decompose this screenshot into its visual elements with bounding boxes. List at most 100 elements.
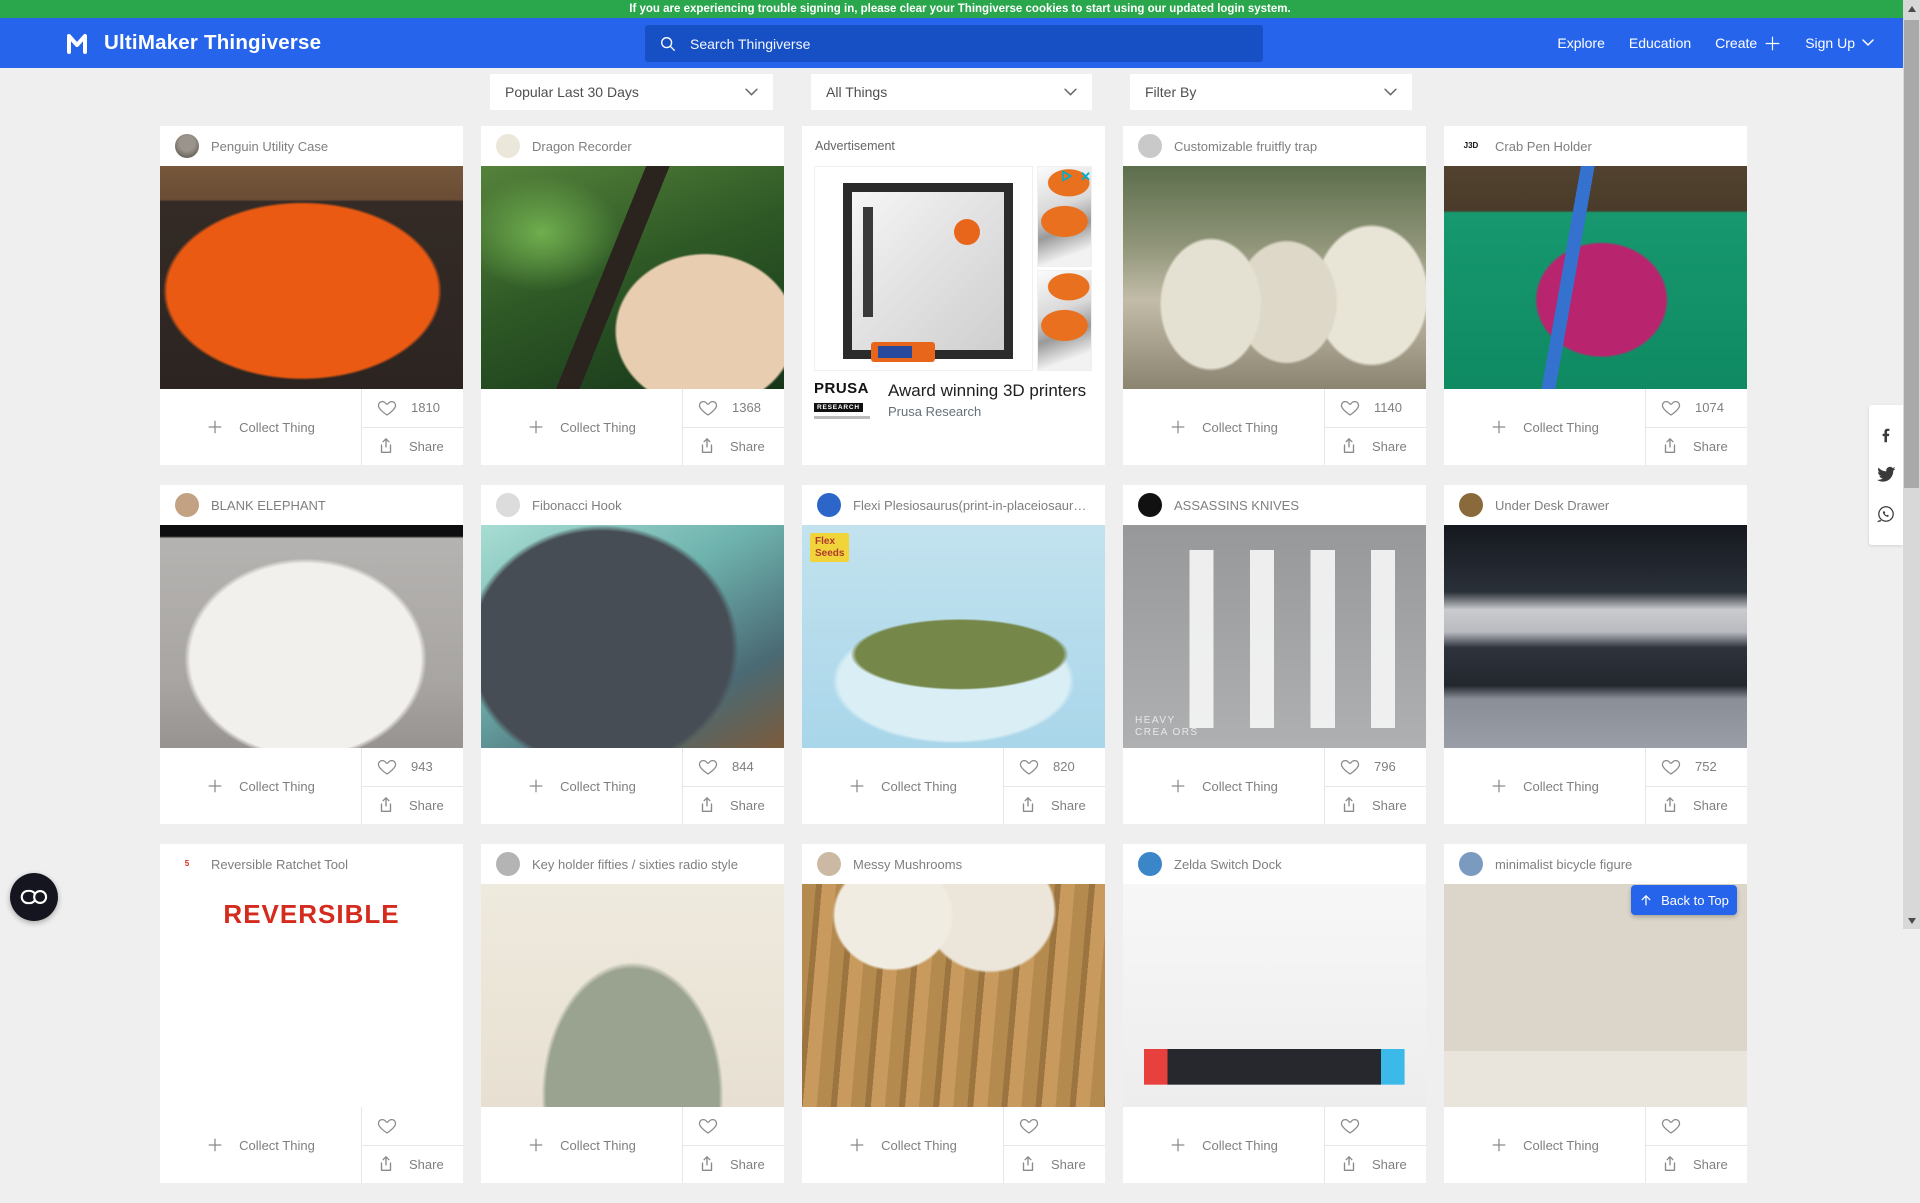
creator-avatar[interactable]: 5 — [175, 852, 199, 876]
filter-by-dropdown[interactable]: Filter By — [1130, 74, 1412, 110]
like-button[interactable] — [1646, 1107, 1747, 1146]
collect-thing-button[interactable]: Collect Thing — [481, 1107, 683, 1183]
thing-thumbnail[interactable] — [481, 166, 784, 389]
thing-thumbnail[interactable]: Flex Seeds — [802, 525, 1105, 748]
advertiser-logo[interactable]: PRUSA RESEARCH — [814, 381, 876, 419]
like-button[interactable] — [1004, 1107, 1105, 1146]
ad-close-icon[interactable]: ✕ — [1080, 170, 1091, 183]
like-button[interactable]: 820 — [1004, 748, 1105, 787]
collect-thing-button[interactable]: Collect Thing — [1444, 1107, 1646, 1183]
thing-thumbnail[interactable] — [1444, 166, 1747, 389]
like-button[interactable]: 1074 — [1646, 389, 1747, 428]
adchoices-icon[interactable] — [1060, 169, 1074, 183]
share-button[interactable]: Share — [362, 428, 463, 466]
collect-thing-button[interactable]: Collect Thing — [160, 748, 362, 824]
share-button[interactable]: Share — [1004, 787, 1105, 825]
collect-thing-button[interactable]: Collect Thing — [1123, 748, 1325, 824]
like-button[interactable]: 943 — [362, 748, 463, 787]
like-button[interactable]: 844 — [683, 748, 784, 787]
thing-title[interactable]: Zelda Switch Dock — [1174, 857, 1282, 872]
scrollbar-down-button[interactable] — [1903, 912, 1920, 929]
nav-sign-up[interactable]: Sign Up — [1805, 35, 1874, 51]
share-button[interactable]: Share — [683, 1146, 784, 1184]
thing-title[interactable]: Key holder fifties / sixties radio style — [532, 857, 738, 872]
ad-image-main[interactable] — [814, 166, 1033, 371]
like-button[interactable] — [362, 1107, 463, 1146]
creator-avatar[interactable] — [175, 493, 199, 517]
share-button[interactable]: Share — [362, 787, 463, 825]
thing-thumbnail[interactable] — [802, 884, 1105, 1107]
collect-thing-button[interactable]: Collect Thing — [160, 389, 362, 465]
like-button[interactable]: 752 — [1646, 748, 1747, 787]
share-button[interactable]: Share — [1325, 787, 1426, 825]
creator-avatar[interactable] — [1459, 493, 1483, 517]
creator-avatar[interactable]: J3D — [1459, 134, 1483, 158]
collect-thing-button[interactable]: Collect Thing — [802, 1107, 1004, 1183]
ad-headline[interactable]: Award winning 3D printers — [888, 381, 1086, 401]
collect-thing-button[interactable]: Collect Thing — [1123, 389, 1325, 465]
like-button[interactable]: 796 — [1325, 748, 1426, 787]
creator-avatar[interactable] — [496, 493, 520, 517]
ad-image-small-bottom[interactable] — [1037, 270, 1092, 371]
thing-title[interactable]: Penguin Utility Case — [211, 139, 328, 154]
search-input[interactable] — [688, 35, 1249, 53]
creator-avatar[interactable] — [496, 134, 520, 158]
thing-title[interactable]: minimalist bicycle figure — [1495, 857, 1632, 872]
creator-avatar[interactable] — [1459, 852, 1483, 876]
back-to-top-button[interactable]: Back to Top — [1631, 885, 1737, 915]
thing-thumbnail[interactable] — [481, 884, 784, 1107]
collect-thing-button[interactable]: Collect Thing — [481, 389, 683, 465]
like-button[interactable]: 1140 — [1325, 389, 1426, 428]
thing-title[interactable]: Dragon Recorder — [532, 139, 632, 154]
thing-thumbnail[interactable]: REVERSIBLE — [160, 884, 463, 1107]
like-button[interactable]: 1368 — [683, 389, 784, 428]
thing-thumbnail[interactable] — [160, 166, 463, 389]
thing-type-dropdown[interactable]: All Things — [811, 74, 1092, 110]
share-button[interactable]: Share — [1325, 428, 1426, 466]
thing-title[interactable]: Messy Mushrooms — [853, 857, 962, 872]
sort-dropdown[interactable]: Popular Last 30 Days — [490, 74, 773, 110]
collect-thing-button[interactable]: Collect Thing — [802, 748, 1004, 824]
creator-avatar[interactable] — [1138, 493, 1162, 517]
thing-title[interactable]: Crab Pen Holder — [1495, 139, 1592, 154]
thing-thumbnail[interactable] — [160, 525, 463, 748]
creator-avatar[interactable] — [817, 493, 841, 517]
scrollbar-track[interactable] — [1903, 0, 1920, 929]
thing-title[interactable]: Customizable fruitfly trap — [1174, 139, 1317, 154]
thing-thumbnail[interactable]: HEAVY CREA ORS — [1123, 525, 1426, 748]
nav-create[interactable]: Create — [1715, 35, 1781, 52]
creator-avatar[interactable] — [1138, 134, 1162, 158]
collect-thing-button[interactable]: Collect Thing — [481, 748, 683, 824]
collect-thing-button[interactable]: Collect Thing — [1444, 748, 1646, 824]
thing-thumbnail[interactable] — [1444, 525, 1747, 748]
cookie-preferences-button[interactable] — [10, 873, 58, 921]
share-button[interactable]: Share — [1646, 787, 1747, 825]
thing-thumbnail[interactable] — [1123, 884, 1426, 1107]
collect-thing-button[interactable]: Collect Thing — [1123, 1107, 1325, 1183]
thing-thumbnail[interactable] — [1444, 884, 1747, 1107]
scrollbar-thumb[interactable] — [1904, 20, 1919, 488]
like-button[interactable]: 1810 — [362, 389, 463, 428]
creator-avatar[interactable] — [496, 852, 520, 876]
thing-title[interactable]: Fibonacci Hook — [532, 498, 622, 513]
creator-avatar[interactable] — [1138, 852, 1162, 876]
whatsapp-icon[interactable] — [1877, 505, 1895, 523]
brand-home-link[interactable]: UltiMaker Thingiverse — [64, 18, 321, 68]
scrollbar-up-button[interactable] — [1903, 0, 1920, 17]
share-button[interactable]: Share — [362, 1146, 463, 1184]
share-button[interactable]: Share — [1325, 1146, 1426, 1184]
facebook-icon[interactable] — [1878, 427, 1895, 444]
like-button[interactable] — [1325, 1107, 1426, 1146]
thing-title[interactable]: Reversible Ratchet Tool — [211, 857, 348, 872]
share-button[interactable]: Share — [1004, 1146, 1105, 1184]
share-button[interactable]: Share — [683, 428, 784, 466]
creator-avatar[interactable] — [817, 852, 841, 876]
share-button[interactable]: Share — [1646, 428, 1747, 466]
thing-thumbnail[interactable] — [481, 525, 784, 748]
creator-avatar[interactable] — [175, 134, 199, 158]
share-button[interactable]: Share — [1646, 1146, 1747, 1184]
share-button[interactable]: Share — [683, 787, 784, 825]
thing-title[interactable]: Flexi Plesiosaurus(print-in-placeiosauru… — [853, 498, 1090, 513]
thing-title[interactable]: BLANK ELEPHANT — [211, 498, 326, 513]
thing-title[interactable]: Under Desk Drawer — [1495, 498, 1609, 513]
